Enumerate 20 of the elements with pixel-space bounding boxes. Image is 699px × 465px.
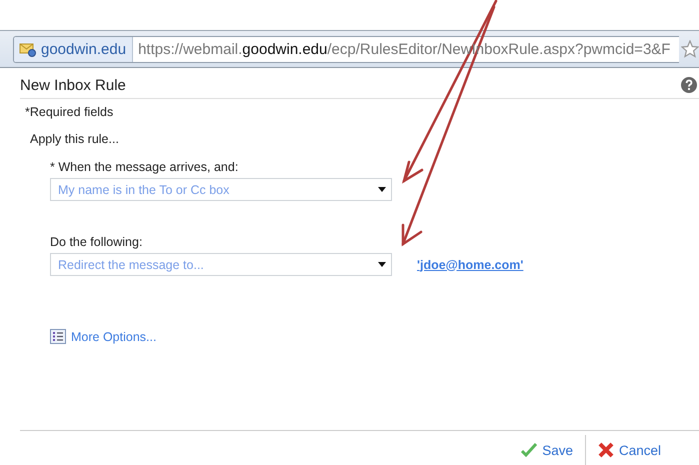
star-icon[interactable] xyxy=(681,40,699,58)
section-label: Apply this rule... xyxy=(30,132,120,146)
field-label: * When the message arrives, and: xyxy=(50,160,240,174)
envelope-gear-icon xyxy=(19,41,37,57)
list-icon xyxy=(50,329,66,344)
caret-icon xyxy=(378,262,386,267)
cancel-button[interactable]: Cancel xyxy=(588,435,671,465)
save-button[interactable]: Save xyxy=(511,435,583,465)
close-icon xyxy=(598,442,614,458)
required-note: *Required fields xyxy=(25,105,114,119)
site-badge[interactable]: goodwin.edu xyxy=(14,36,134,62)
email-link[interactable]: 'jdoe@home.com' xyxy=(417,258,524,272)
more-options-link[interactable]: More Options... xyxy=(50,329,156,344)
dropdown[interactable]: My name is in the To or Cc box xyxy=(50,178,392,201)
dropdown[interactable]: Redirect the message to... xyxy=(50,253,392,276)
field-label: Do the following: xyxy=(50,235,144,249)
caret-icon xyxy=(378,187,386,192)
help-icon[interactable] xyxy=(681,77,697,93)
dialog-title: New Inbox Rule xyxy=(20,76,126,94)
checkmark-icon xyxy=(521,443,538,457)
